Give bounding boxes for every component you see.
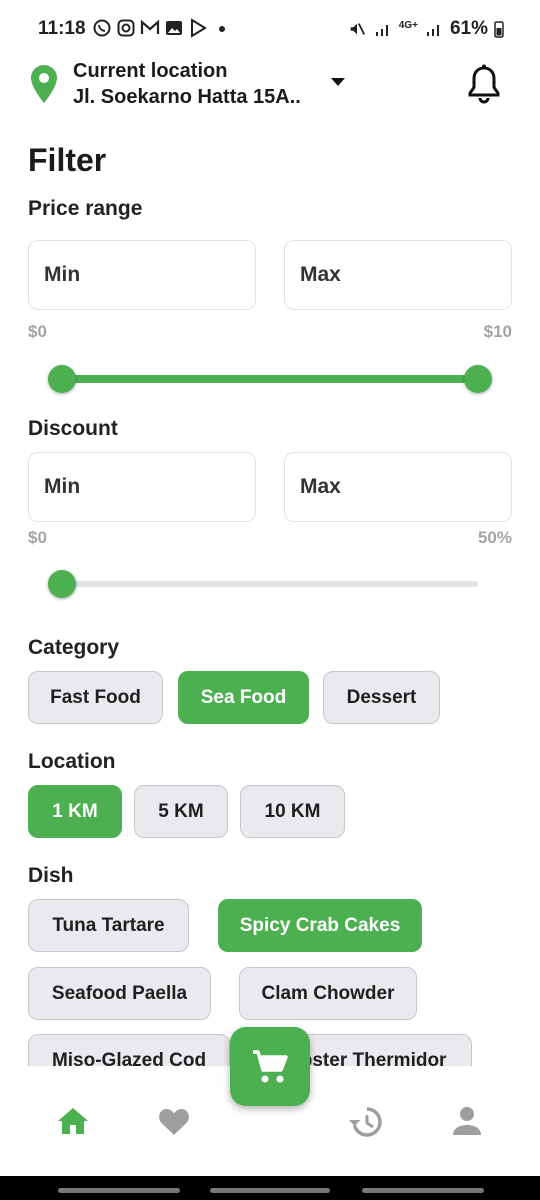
dish-label: Dish xyxy=(28,864,74,887)
discount-slider-track[interactable] xyxy=(62,581,478,587)
system-nav-recents[interactable] xyxy=(58,1188,180,1193)
notification-bell-icon[interactable] xyxy=(466,64,502,104)
price-max-input[interactable]: Max xyxy=(284,240,512,310)
filter-content[interactable]: Current location Jl. Soekarno Hatta 15A.… xyxy=(0,0,540,1066)
location-filter-label: Location xyxy=(28,750,116,773)
price-slider-track[interactable] xyxy=(62,375,478,383)
chip-miso-glazed-cod[interactable]: Miso-Glazed Cod xyxy=(28,1034,230,1066)
system-nav-back[interactable] xyxy=(362,1188,484,1193)
chip-seafood-paella[interactable]: Seafood Paella xyxy=(28,967,211,1020)
price-min-input[interactable]: Min xyxy=(28,240,256,310)
price-range-max-label: $10 xyxy=(483,322,512,341)
profile-icon[interactable] xyxy=(452,1106,482,1136)
location-address[interactable]: Jl. Soekarno Hatta 15A.. xyxy=(73,86,301,109)
chip-tuna-tartare[interactable]: Tuna Tartare xyxy=(28,899,189,952)
chip-5-km[interactable]: 5 KM xyxy=(134,785,228,838)
discount-max-input[interactable]: Max xyxy=(284,452,512,522)
discount-slider-thumb[interactable] xyxy=(48,570,76,598)
chip-spicy-crab-cakes[interactable]: Spicy Crab Cakes xyxy=(218,899,422,952)
discount-min-input[interactable]: Min xyxy=(28,452,256,522)
cart-button[interactable] xyxy=(230,1027,310,1106)
home-icon[interactable] xyxy=(57,1106,89,1136)
category-label: Category xyxy=(28,636,120,659)
price-slider-max-thumb[interactable] xyxy=(464,365,492,393)
chip-1-km[interactable]: 1 KM xyxy=(28,785,122,838)
chip-dessert[interactable]: Dessert xyxy=(323,671,440,724)
cart-icon xyxy=(253,1049,288,1082)
system-nav-home[interactable] xyxy=(210,1188,330,1193)
location-title[interactable]: Current location xyxy=(73,60,227,83)
chip-10-km[interactable]: 10 KM xyxy=(240,785,345,838)
location-dropdown-icon[interactable] xyxy=(331,78,345,86)
heart-icon[interactable] xyxy=(158,1106,190,1136)
chip-sea-food[interactable]: Sea Food xyxy=(178,671,309,724)
price-slider-min-thumb[interactable] xyxy=(48,365,76,393)
page-title: Filter xyxy=(28,142,107,178)
chip-clam-chowder[interactable]: Clam Chowder xyxy=(239,967,417,1020)
discount-range-max-label: 50% xyxy=(477,528,512,547)
price-range-min-label: $0 xyxy=(28,322,47,341)
price-range-label: Price range xyxy=(28,197,143,220)
chip-fast-food[interactable]: Fast Food xyxy=(28,671,163,724)
discount-label: Discount xyxy=(28,417,118,440)
history-icon[interactable] xyxy=(348,1106,382,1138)
discount-range-min-label: $0 xyxy=(28,528,47,547)
location-pin-icon xyxy=(31,65,57,103)
filter-screen: 11:18 4G+ 61% Current location Jl. Soeka… xyxy=(0,0,540,1200)
